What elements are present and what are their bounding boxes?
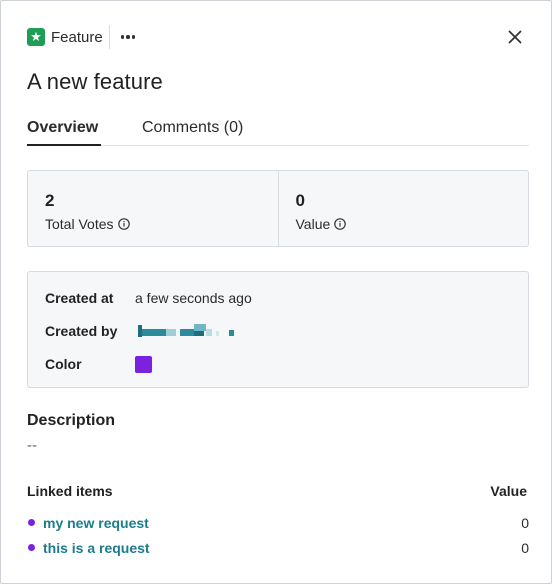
more-options-button[interactable]: [119, 27, 137, 47]
created-by-row: Created by: [45, 321, 235, 341]
panel-header: ★ Feature: [27, 25, 527, 49]
info-icon[interactable]: [334, 218, 347, 230]
created-by-label: Created by: [45, 323, 118, 339]
linked-item-value: 0: [521, 540, 529, 556]
stat-label-text: Value: [295, 216, 331, 232]
stat-value: 2: [45, 191, 55, 210]
status-dot: [28, 519, 35, 526]
stats-card: 2 Total Votes 0 Value: [27, 170, 529, 247]
color-swatch[interactable]: [135, 355, 152, 373]
linked-item-value: 0: [521, 515, 529, 531]
tab-overview[interactable]: Overview: [27, 119, 101, 146]
linked-item-link[interactable]: this is a request: [43, 540, 150, 556]
created-at-row: Created at a few seconds ago: [45, 288, 252, 308]
stat-label-text: Total Votes: [45, 216, 114, 232]
created-at-label: Created at: [45, 290, 114, 306]
info-icon[interactable]: [117, 218, 130, 230]
more-dot: [131, 35, 136, 39]
stat-label: Total Votes: [45, 216, 278, 232]
header-divider: [109, 25, 110, 49]
close-icon: [508, 30, 522, 44]
linked-item: this is a request 0: [27, 539, 529, 559]
feature-detail-panel: ★ Feature A new feature Overview Comment…: [0, 0, 552, 584]
close-button[interactable]: [503, 25, 527, 49]
item-type-label: Feature: [51, 28, 103, 46]
linked-item-link[interactable]: my new request: [43, 515, 149, 531]
stat-value: 0: [295, 191, 305, 210]
linked-item: my new request 0: [27, 514, 529, 534]
description-heading: Description: [27, 412, 116, 429]
status-dot: [28, 544, 35, 551]
stat-label: Value: [296, 216, 529, 232]
star-icon: ★: [27, 28, 45, 46]
stat-total-votes: 2 Total Votes: [28, 171, 278, 246]
color-row: Color: [45, 354, 152, 374]
tab-comments[interactable]: Comments (0): [142, 119, 243, 146]
description-value[interactable]: --: [27, 437, 37, 454]
more-dot: [126, 35, 130, 39]
created-at-value: a few seconds ago: [135, 290, 252, 306]
linked-items-heading: Linked items: [27, 483, 113, 499]
redacted-avatar-name: [135, 324, 235, 338]
details-card: Created at a few seconds ago Created by …: [27, 271, 529, 388]
color-label: Color: [45, 356, 82, 372]
item-type-badge: ★ Feature: [27, 25, 103, 49]
stat-value-metric: 0 Value: [277, 171, 529, 246]
more-horizontal-icon: [120, 35, 125, 39]
linked-value-heading: Value: [490, 483, 527, 499]
page-title: A new feature: [27, 69, 163, 94]
tab-bar: Overview Comments (0): [27, 113, 529, 146]
